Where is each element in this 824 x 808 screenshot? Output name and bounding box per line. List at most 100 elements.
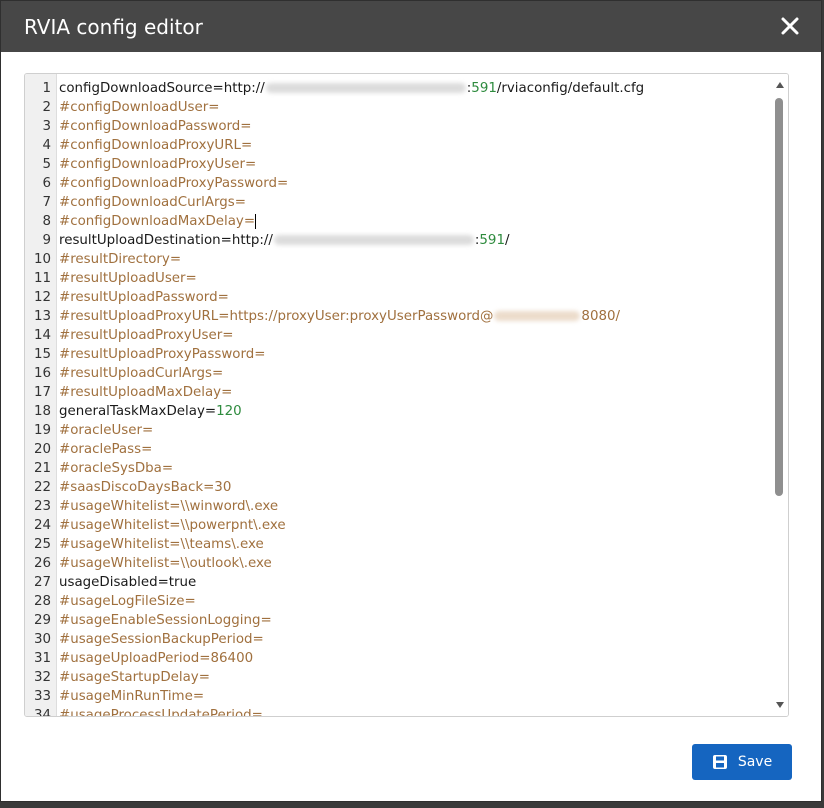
line-number: 4: [42, 138, 51, 153]
code-line[interactable]: 27 usageDisabled=true: [25, 573, 788, 592]
code-line[interactable]: 32 #usageStartupDelay=: [25, 668, 788, 687]
code-line[interactable]: 7 #configDownloadCurlArgs=: [25, 193, 788, 212]
code-line[interactable]: 2 #configDownloadUser=: [25, 98, 788, 117]
scroll-down-arrow-icon[interactable]: [776, 702, 784, 708]
code-token: #oracleSysDba=: [59, 461, 174, 476]
line-number: 3: [42, 119, 51, 134]
code-line[interactable]: 11 #resultUploadUser=: [25, 269, 788, 288]
line-code[interactable]: #usageWhitelist=\\outlook\.exe: [59, 554, 272, 573]
line-code[interactable]: resultUploadDestination=http://:591/: [59, 231, 509, 250]
line-code[interactable]: #usageEnableSessionLogging=: [59, 611, 272, 630]
code-token: /rviaconfig/default.cfg: [496, 81, 645, 96]
code-line[interactable]: 8 #configDownloadMaxDelay=: [25, 212, 788, 231]
line-code[interactable]: #oracleUser=: [59, 421, 153, 440]
code-line[interactable]: 9 resultUploadDestination=http://:591/: [25, 231, 788, 250]
code-line[interactable]: 21 #oracleSysDba=: [25, 459, 788, 478]
code-line[interactable]: 1 configDownloadSource=http://:591/rviaco…: [25, 79, 788, 98]
line-code[interactable]: #resultUploadMaxDelay=: [59, 383, 232, 402]
code-line[interactable]: 25 #usageWhitelist=\\teams\.exe: [25, 535, 788, 554]
line-code[interactable]: #configDownloadCurlArgs=: [59, 193, 246, 212]
code-line[interactable]: 28 #usageLogFileSize=: [25, 592, 788, 611]
code-line[interactable]: 20 #oraclePass=: [25, 440, 788, 459]
code-line[interactable]: 17 #resultUploadMaxDelay=: [25, 383, 788, 402]
close-button[interactable]: [779, 15, 801, 37]
line-code[interactable]: #usageStartupDelay=: [59, 668, 210, 687]
scroll-thumb[interactable]: [775, 98, 783, 496]
code-token: #usageWhitelist=\\teams\.exe: [59, 537, 264, 552]
redacted-host: [494, 311, 581, 321]
code-line[interactable]: 19 #oracleUser=: [25, 421, 788, 440]
scroll-up-arrow-icon[interactable]: [776, 82, 784, 88]
code-line[interactable]: 16 #resultUploadCurlArgs=: [25, 364, 788, 383]
line-code[interactable]: #configDownloadProxyURL=: [59, 136, 252, 155]
line-number: 16: [33, 366, 51, 381]
line-code[interactable]: #usageProcessUpdatePeriod=: [59, 706, 263, 716]
line-code[interactable]: #usageWhitelist=\\powerpnt\.exe: [59, 516, 286, 535]
line-code[interactable]: generalTaskMaxDelay=120: [59, 402, 242, 421]
code-token: #resultUploadProxyUser=: [59, 328, 234, 343]
line-code[interactable]: #oraclePass=: [59, 440, 152, 459]
save-button[interactable]: Save: [692, 744, 792, 780]
line-code[interactable]: #resultUploadUser=: [59, 269, 197, 288]
code-line[interactable]: 5 #configDownloadProxyUser=: [25, 155, 788, 174]
code-line[interactable]: 22 #saasDiscoDaysBack=30: [25, 478, 788, 497]
line-number: 11: [33, 271, 51, 286]
code-line[interactable]: 18 generalTaskMaxDelay=120: [25, 402, 788, 421]
line-code[interactable]: #resultUploadProxyUser=: [59, 326, 233, 345]
code-line[interactable]: 6 #configDownloadProxyPassword=: [25, 174, 788, 193]
code-token: #configDownloadMaxDelay=: [59, 214, 256, 229]
line-code[interactable]: #usageWhitelist=\\winword\.exe: [59, 497, 278, 516]
line-code[interactable]: #configDownloadMaxDelay=: [59, 212, 257, 231]
line-code[interactable]: #resultUploadProxyPassword=: [59, 345, 265, 364]
code-lines[interactable]: 1 configDownloadSource=http://:591/rviaco…: [25, 79, 788, 716]
code-line[interactable]: 4 #configDownloadProxyURL=: [25, 136, 788, 155]
line-code[interactable]: #resultUploadCurlArgs=: [59, 364, 223, 383]
line-code[interactable]: #saasDiscoDaysBack=30: [59, 478, 231, 497]
line-code[interactable]: #configDownloadProxyUser=: [59, 155, 256, 174]
code-line[interactable]: 15 #resultUploadProxyPassword=: [25, 345, 788, 364]
code-line[interactable]: 23 #usageWhitelist=\\winword\.exe: [25, 497, 788, 516]
line-number: 2: [42, 100, 51, 115]
line-number: 5: [42, 157, 51, 172]
line-number: 22: [33, 480, 51, 495]
code-line[interactable]: 29 #usageEnableSessionLogging=: [25, 611, 788, 630]
line-number: 17: [33, 385, 51, 400]
code-token: #configDownloadProxyURL=: [59, 138, 253, 153]
line-code[interactable]: #configDownloadUser=: [59, 98, 220, 117]
code-line[interactable]: 12 #resultUploadPassword=: [25, 288, 788, 307]
line-code[interactable]: #configDownloadPassword=: [59, 117, 252, 136]
code-line[interactable]: 24 #usageWhitelist=\\powerpnt\.exe: [25, 516, 788, 535]
code-line[interactable]: 34 #usageProcessUpdatePeriod=: [25, 706, 788, 716]
line-number: 26: [33, 556, 51, 571]
line-code[interactable]: #resultDirectory=: [59, 250, 181, 269]
line-code[interactable]: #usageLogFileSize=: [59, 592, 196, 611]
line-code[interactable]: #usageMinRunTime=: [59, 687, 204, 706]
close-icon[interactable]: [779, 15, 801, 37]
code-line[interactable]: 30 #usageSessionBackupPeriod=: [25, 630, 788, 649]
code-line[interactable]: 31 #usageUploadPeriod=86400: [25, 649, 788, 668]
line-code[interactable]: #oracleSysDba=: [59, 459, 173, 478]
code-token: #usageMinRunTime=: [59, 689, 205, 704]
code-line[interactable]: 10 #resultDirectory=: [25, 250, 788, 269]
line-code[interactable]: #resultUploadProxyURL=https://proxyUser:…: [59, 307, 620, 326]
code-line[interactable]: 13 #resultUploadProxyURL=https://proxyUse…: [25, 307, 788, 326]
line-code[interactable]: configDownloadSource=http://:591/rviacon…: [59, 79, 644, 98]
line-code[interactable]: #configDownloadProxyPassword=: [59, 174, 288, 193]
code-token: #resultUploadProxyURL=https://proxyUser:…: [59, 309, 494, 324]
line-code[interactable]: #usageWhitelist=\\teams\.exe: [59, 535, 264, 554]
floppy-disk-icon: [712, 755, 727, 769]
code-line[interactable]: 3 #configDownloadPassword=: [25, 117, 788, 136]
code-token: #configDownloadCurlArgs=: [59, 195, 246, 210]
code-line[interactable]: 14 #resultUploadProxyUser=: [25, 326, 788, 345]
code-token: #usageUploadPeriod=86400: [59, 651, 254, 666]
line-code[interactable]: #usageSessionBackupPeriod=: [59, 630, 264, 649]
line-number: 25: [33, 537, 51, 552]
code-editor[interactable]: 1 configDownloadSource=http://:591/rviaco…: [24, 73, 789, 717]
code-line[interactable]: 33 #usageMinRunTime=: [25, 687, 788, 706]
line-code[interactable]: #usageUploadPeriod=86400: [59, 649, 253, 668]
line-code[interactable]: #resultUploadPassword=: [59, 288, 229, 307]
code-token: 591: [471, 81, 497, 96]
code-line[interactable]: 26 #usageWhitelist=\\outlook\.exe: [25, 554, 788, 573]
line-code[interactable]: usageDisabled=true: [59, 573, 196, 592]
vertical-scrollbar[interactable]: [772, 74, 788, 716]
